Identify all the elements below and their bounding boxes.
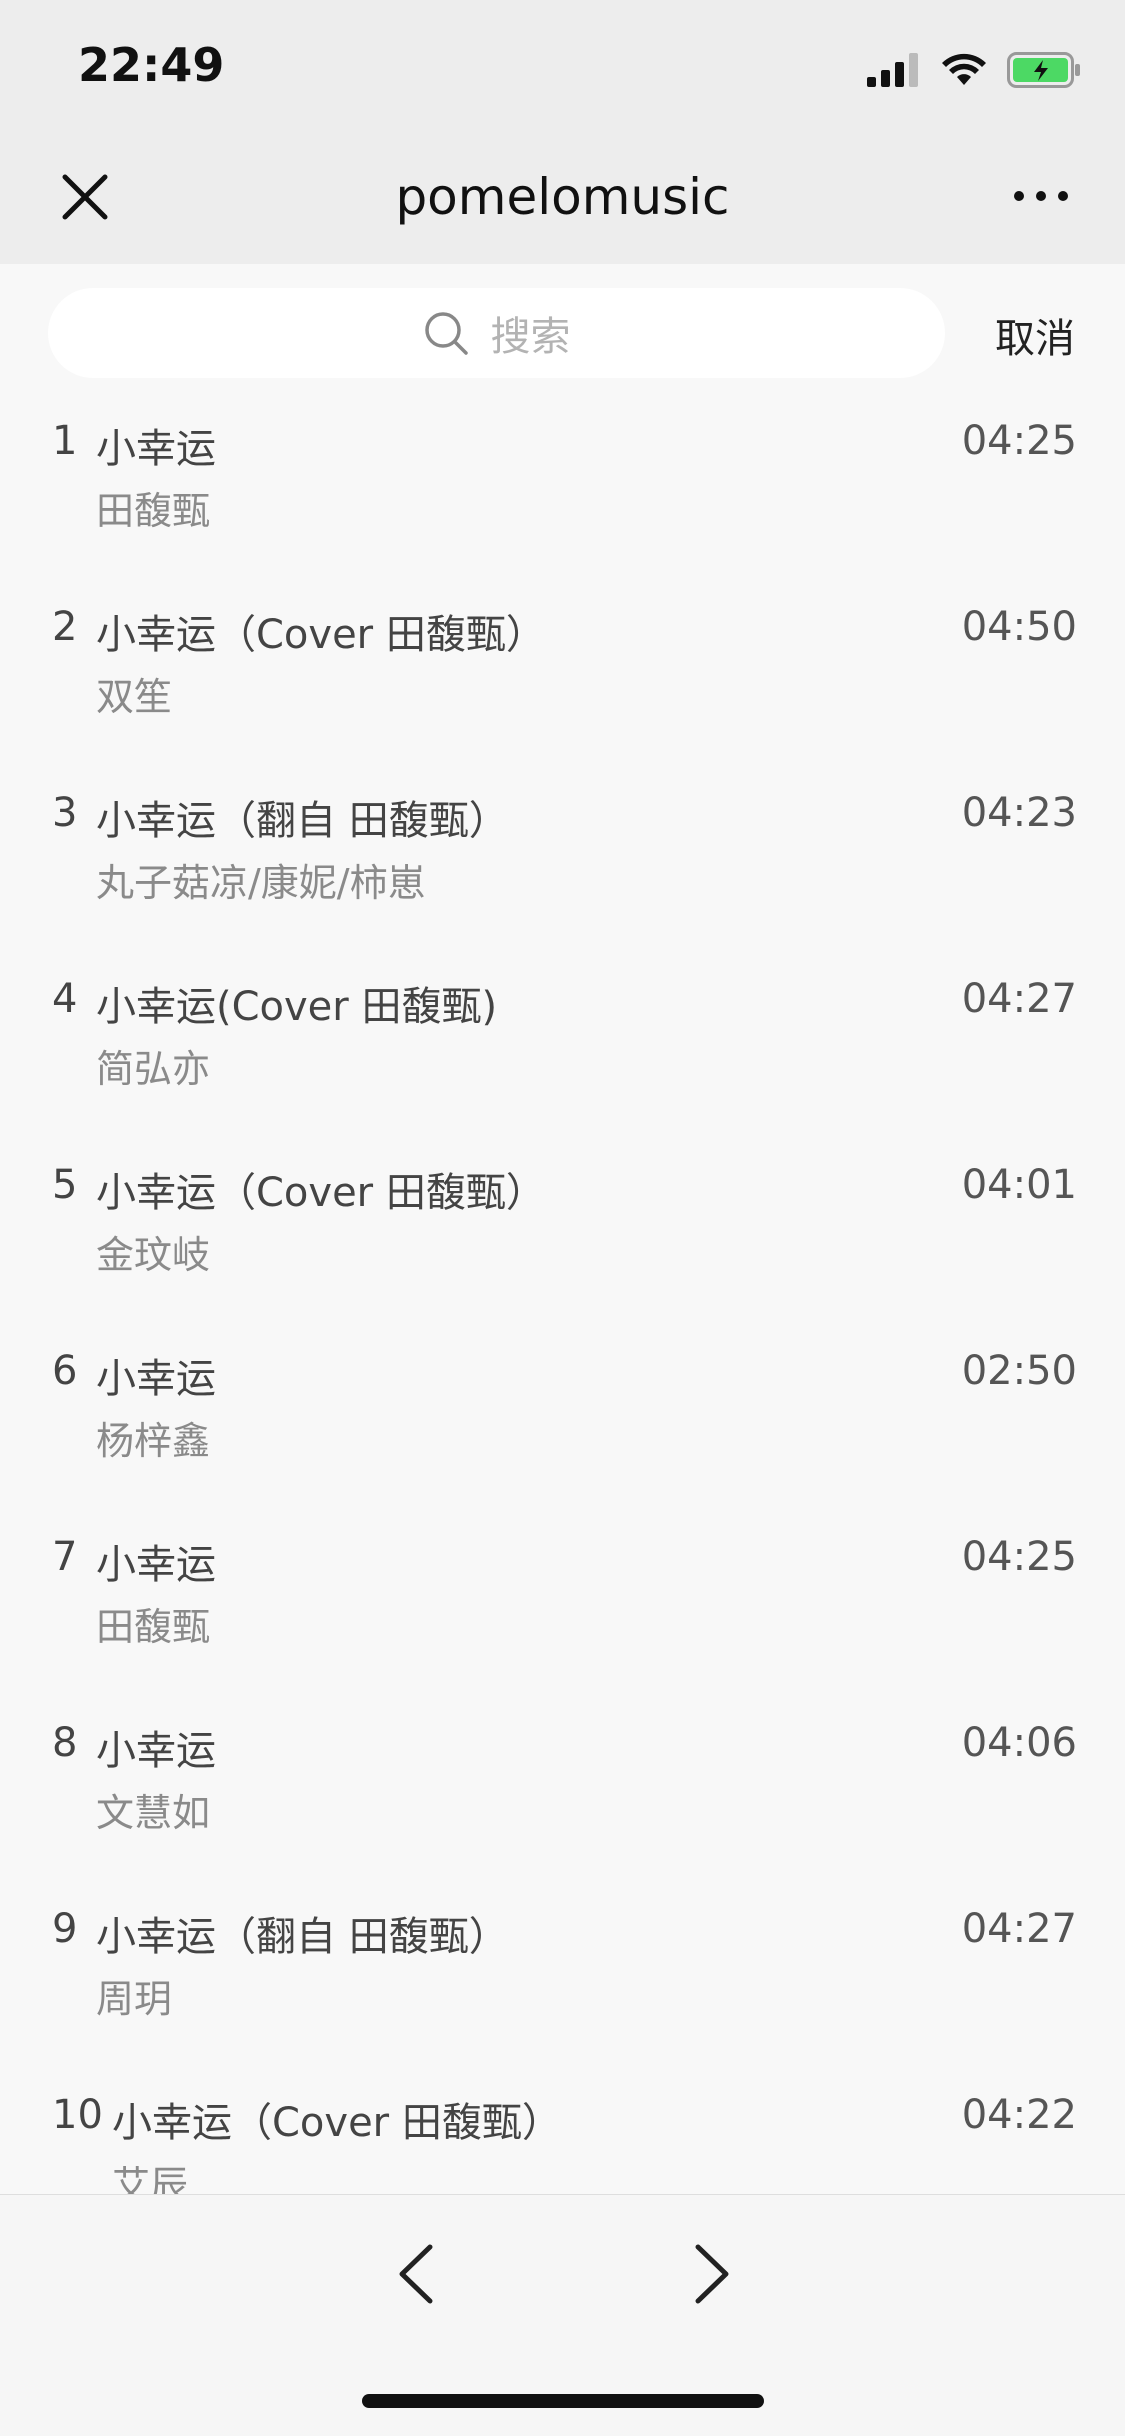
- search-icon: [424, 312, 468, 355]
- list-item[interactable]: 7 小幸运 田馥甄 04:25: [0, 1510, 1125, 1696]
- song-title: 小幸运: [96, 1356, 216, 1402]
- wifi-icon: [942, 53, 986, 85]
- song-artist: 杨梓鑫: [96, 1419, 211, 1463]
- song-title: 小幸运（翻自 田馥甄）: [96, 798, 509, 844]
- song-index: 6: [52, 1348, 78, 1394]
- song-title: 小幸运（Cover 田馥甄）: [96, 1170, 546, 1216]
- search-input[interactable]: 搜索: [48, 288, 945, 378]
- search-placeholder: 搜索: [490, 314, 571, 360]
- song-title: 小幸运(Cover 田馥甄): [96, 984, 498, 1030]
- song-duration: 04:01: [961, 1162, 1077, 1208]
- list-item[interactable]: 5 小幸运（Cover 田馥甄） 金玟岐 04:01: [0, 1138, 1125, 1324]
- song-duration: 04:27: [961, 976, 1077, 1022]
- status-time: 22:49: [78, 38, 225, 92]
- list-item[interactable]: 6 小幸运 杨梓鑫 02:50: [0, 1324, 1125, 1510]
- song-duration: 04:27: [961, 1906, 1077, 1952]
- search-row: 搜索 取消: [0, 264, 1125, 394]
- song-index: 7: [52, 1534, 78, 1580]
- song-title: 小幸运: [96, 1728, 216, 1774]
- song-title: 小幸运（Cover 田馥甄）: [96, 612, 546, 658]
- song-artist: 周玥: [96, 1977, 173, 2021]
- song-index: 5: [52, 1162, 78, 1208]
- song-list: 1 小幸运 田馥甄 04:25 2 小幸运（Cover 田馥甄） 双笙 04:5…: [0, 394, 1125, 2194]
- list-item[interactable]: 10 小幸运（Cover 田馥甄） 艾辰 04:22: [0, 2068, 1125, 2194]
- more-icon[interactable]: [1011, 176, 1071, 216]
- battery-icon: [1007, 52, 1080, 88]
- page-title: pomelomusic: [395, 168, 730, 226]
- list-item[interactable]: 2 小幸运（Cover 田馥甄） 双笙 04:50: [0, 580, 1125, 766]
- song-duration: 04:25: [961, 418, 1077, 464]
- song-index: 10: [52, 2092, 103, 2138]
- list-item[interactable]: 4 小幸运(Cover 田馥甄) 简弘亦 04:27: [0, 952, 1125, 1138]
- song-duration: 04:23: [961, 790, 1077, 836]
- top-bar: 22:49 pomelomusic: [0, 0, 1125, 264]
- back-arrow-icon[interactable]: [390, 2239, 440, 2309]
- song-artist: 文慧如: [96, 1791, 211, 1835]
- song-artist: 简弘亦: [96, 1047, 211, 1091]
- song-index: 2: [52, 604, 78, 650]
- list-item[interactable]: 8 小幸运 文慧如 04:06: [0, 1696, 1125, 1882]
- song-artist: 丸子菇凉/康妮/柿崽: [96, 861, 426, 905]
- song-duration: 04:06: [961, 1720, 1077, 1766]
- home-indicator[interactable]: [362, 2394, 764, 2408]
- song-index: 4: [52, 976, 78, 1022]
- list-item[interactable]: 3 小幸运（翻自 田馥甄） 丸子菇凉/康妮/柿崽 04:23: [0, 766, 1125, 952]
- song-index: 9: [52, 1906, 78, 1952]
- signal-icon: [867, 53, 918, 87]
- song-artist: 金玟岐: [96, 1233, 211, 1277]
- status-icons: [867, 48, 1081, 92]
- song-title: 小幸运: [96, 1542, 216, 1588]
- song-title: 小幸运（翻自 田馥甄）: [96, 1914, 509, 1960]
- song-duration: 04:25: [961, 1534, 1077, 1580]
- song-title: 小幸运: [96, 426, 216, 472]
- cancel-button[interactable]: 取消: [995, 306, 1075, 364]
- song-duration: 04:22: [961, 2092, 1077, 2138]
- song-artist: 艾辰: [112, 2163, 189, 2194]
- song-index: 1: [52, 418, 78, 464]
- screen: 22:49 pomelomusic 搜索 取消 1 小幸运 田馥甄 04:25 …: [0, 0, 1125, 2436]
- song-duration: 04:50: [961, 604, 1077, 650]
- list-item[interactable]: 9 小幸运（翻自 田馥甄） 周玥 04:27: [0, 1882, 1125, 2068]
- song-artist: 田馥甄: [96, 489, 211, 533]
- song-title: 小幸运（Cover 田馥甄）: [112, 2100, 562, 2146]
- forward-arrow-icon[interactable]: [688, 2239, 738, 2309]
- song-index: 8: [52, 1720, 78, 1766]
- list-item[interactable]: 1 小幸运 田馥甄 04:25: [0, 394, 1125, 580]
- song-index: 3: [52, 790, 78, 836]
- song-artist: 双笙: [96, 675, 173, 719]
- song-duration: 02:50: [961, 1348, 1077, 1394]
- song-artist: 田馥甄: [96, 1605, 211, 1649]
